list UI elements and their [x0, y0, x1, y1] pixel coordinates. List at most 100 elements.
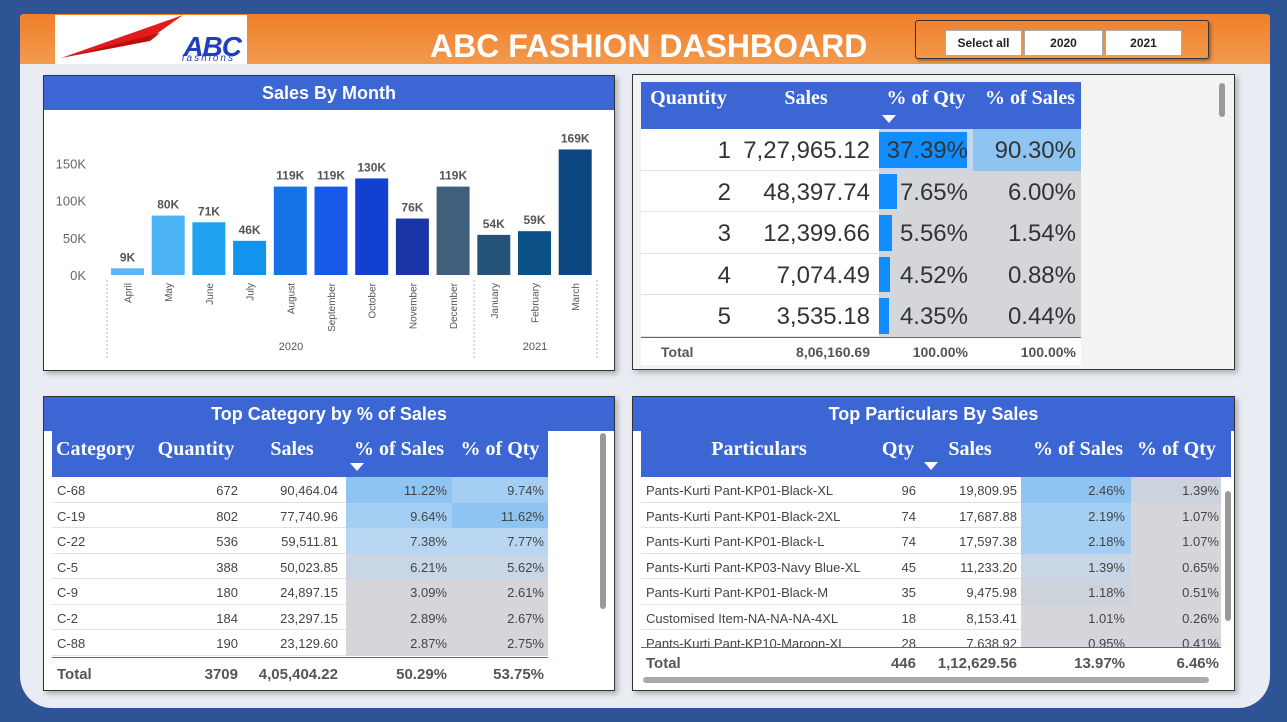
cell-qty: 802 [216, 508, 238, 524]
table-row[interactable]: C-68 672 90,464.04 11.22% 9.74% [52, 477, 548, 503]
x-tick-label: September [327, 282, 338, 332]
data-label: 9K [120, 250, 136, 264]
table-row[interactable]: 5 3,535.18 4.35% 0.44% [641, 295, 1081, 337]
cell-sales: 50,023.85 [280, 559, 338, 575]
cell-psales: 7.38% [410, 534, 447, 549]
total-label: Total [661, 344, 694, 360]
abc-logo: ABC fashions [55, 15, 247, 64]
total-sales: 4,05,404.22 [258, 666, 338, 683]
col-pct-sales[interactable]: % of Sales [346, 438, 452, 461]
year-label-2021: 2021 [523, 341, 547, 353]
cell-name: Pants-Kurti Pant-KP10-Maroon-XL [646, 636, 846, 647]
sales-by-month-chart[interactable]: 0K 50K 100K 150K 9K April 80K May 71K June 46K July… [44, 110, 614, 368]
table-row[interactable]: C-9 180 24,897.15 3.09% 2.61% [52, 579, 548, 605]
cell-pqty: 4.35% [899, 303, 968, 331]
col-qty[interactable]: Qty [877, 438, 919, 461]
bar-january [477, 234, 511, 275]
x-tick-label: July [246, 283, 257, 301]
data-label: 169K [561, 131, 590, 145]
bar-august [273, 186, 307, 275]
vertical-scrollbar[interactable] [1219, 83, 1225, 117]
col-quantity[interactable]: Quantity [641, 87, 736, 110]
col-sales[interactable]: Sales [919, 438, 1021, 461]
total-label: Total [646, 655, 681, 672]
table-row[interactable]: Customised Item-NA-NA-NA-4XL 18 8,153.41 1.… [641, 604, 1221, 630]
particulars-table-title: Top Particulars By Sales [633, 397, 1234, 431]
table-row[interactable]: C-22 536 59,511.81 7.38% 7.77% [52, 528, 548, 554]
bar-november [395, 218, 429, 275]
slicer-2020[interactable]: 2020 [1024, 30, 1103, 56]
bar-july [233, 240, 267, 275]
total-pct-qty: 100.00% [912, 344, 968, 360]
data-label: 119K [439, 169, 467, 183]
col-pct-qty[interactable]: % of Qty [1133, 438, 1231, 461]
cell-psales: 11.22% [403, 483, 447, 498]
cell-qty: 184 [216, 610, 238, 626]
col-sales[interactable]: Sales [242, 438, 342, 461]
data-label: 130K [357, 160, 386, 174]
quantity-table-total: Total 8,06,160.69 100.00% 100.00% [641, 337, 1081, 365]
vertical-scrollbar[interactable] [1225, 491, 1231, 621]
cell-qty: 5 [717, 303, 731, 331]
category-table-panel: Top Category by % of Sales Category Quan… [43, 396, 615, 691]
col-pct-qty[interactable]: % of Qty [879, 87, 973, 110]
cell-pqty: 0.65% [1182, 559, 1219, 575]
cell-psales: 9.64% [410, 508, 447, 524]
x-tick-label: May [164, 283, 175, 302]
cell-psales: 1.18% [1088, 585, 1125, 600]
col-pct-qty[interactable]: % of Qty [452, 438, 548, 461]
y-tick-label: 100K [56, 194, 87, 209]
slicer-select-all[interactable]: Select all [945, 30, 1022, 56]
total-pct-qty: 53.75% [493, 666, 544, 683]
sort-desc-icon [882, 115, 896, 123]
x-tick-label: February [531, 283, 542, 323]
col-sales[interactable]: Sales [736, 87, 876, 110]
particulars-table-panel: Top Particulars By Sales Particulars Qty… [632, 396, 1235, 691]
cell-pqty: 0.41% [1182, 636, 1219, 647]
col-quantity[interactable]: Quantity [150, 438, 242, 461]
cell-cat: C-88 [57, 636, 86, 651]
vertical-scrollbar[interactable] [600, 433, 606, 609]
table-row[interactable]: 1 7,27,965.12 37.39% 90.30% [641, 129, 1081, 171]
bar-february [518, 231, 551, 275]
cell-pqty: 0.26% [1182, 610, 1219, 626]
table-row[interactable]: C-88 190 23,129.60 2.87% 2.75% [52, 630, 548, 656]
x-tick-label: December [449, 282, 460, 329]
cell-psales: 0.95% [1088, 636, 1125, 647]
cell-qty: 74 [901, 534, 916, 549]
table-row[interactable]: C-19 802 77,740.96 9.64% 11.62% [52, 502, 548, 528]
cell-qty: 74 [901, 508, 916, 524]
x-tick-label: November [408, 282, 419, 329]
table-row[interactable]: C-2 184 23,297.15 2.89% 2.67% [52, 604, 548, 630]
table-row[interactable]: Pants-Kurti Pant-KP03-Navy Blue-XL 45 11,2… [641, 553, 1221, 579]
cell-psales: 3.09% [410, 585, 447, 600]
cell-cat: C-9 [57, 585, 78, 600]
table-row[interactable]: 4 7,074.49 4.52% 0.88% [641, 253, 1081, 296]
table-row[interactable]: Pants-Kurti Pant-KP01-Black-M 35 9,475.98 1… [641, 579, 1221, 605]
cell-sales: 11,233.20 [960, 559, 1017, 575]
bar-april [111, 268, 144, 275]
category-table-header: Category Quantity Sales % of Sales % of … [52, 431, 548, 477]
table-row[interactable]: 2 48,397.74 7.65% 6.00% [641, 170, 1081, 213]
table-row[interactable]: Pants-Kurti Pant-KP01-Black-2XL 74 17,687.… [641, 502, 1221, 528]
table-row[interactable]: Pants-Kurti Pant-KP10-Maroon-XL 28 7,638.9… [641, 630, 1221, 647]
col-particulars[interactable]: Particulars [641, 438, 877, 461]
table-row[interactable]: Pants-Kurti Pant-KP01-Black-L 74 17,597.38… [641, 528, 1221, 554]
slicer-2021[interactable]: 2021 [1105, 30, 1182, 56]
cell-pqty: 5.62% [507, 559, 544, 575]
data-label: 46K [239, 223, 261, 237]
cell-sales: 19,809.95 [959, 483, 1017, 498]
table-row[interactable]: C-5 388 50,023.85 6.21% 5.62% [52, 553, 548, 579]
cell-sales: 9,475.98 [966, 585, 1017, 600]
cell-psales: 1.54% [1007, 220, 1076, 248]
col-pct-sales[interactable]: % of Sales [1023, 438, 1133, 461]
table-row[interactable]: Pants-Kurti Pant-KP01-Black-XL 96 19,809.9… [641, 477, 1221, 503]
cell-sales: 7,638.92 [966, 636, 1017, 647]
col-category[interactable]: Category [56, 438, 150, 461]
total-label: Total [57, 666, 92, 683]
horizontal-scrollbar[interactable] [643, 677, 1209, 683]
col-pct-sales[interactable]: % of Sales [977, 87, 1083, 110]
table-row[interactable]: 3 12,399.66 5.56% 1.54% [641, 212, 1081, 254]
data-label: 119K [276, 169, 304, 183]
cell-sales: 7,27,965.12 [743, 137, 870, 164]
